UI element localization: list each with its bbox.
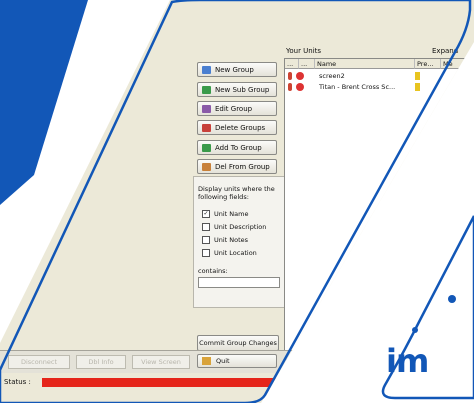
screenshot-stage: Your Units Expand New Group New Sub Group… <box>0 0 474 403</box>
brand-logo-text: im <box>386 342 429 380</box>
